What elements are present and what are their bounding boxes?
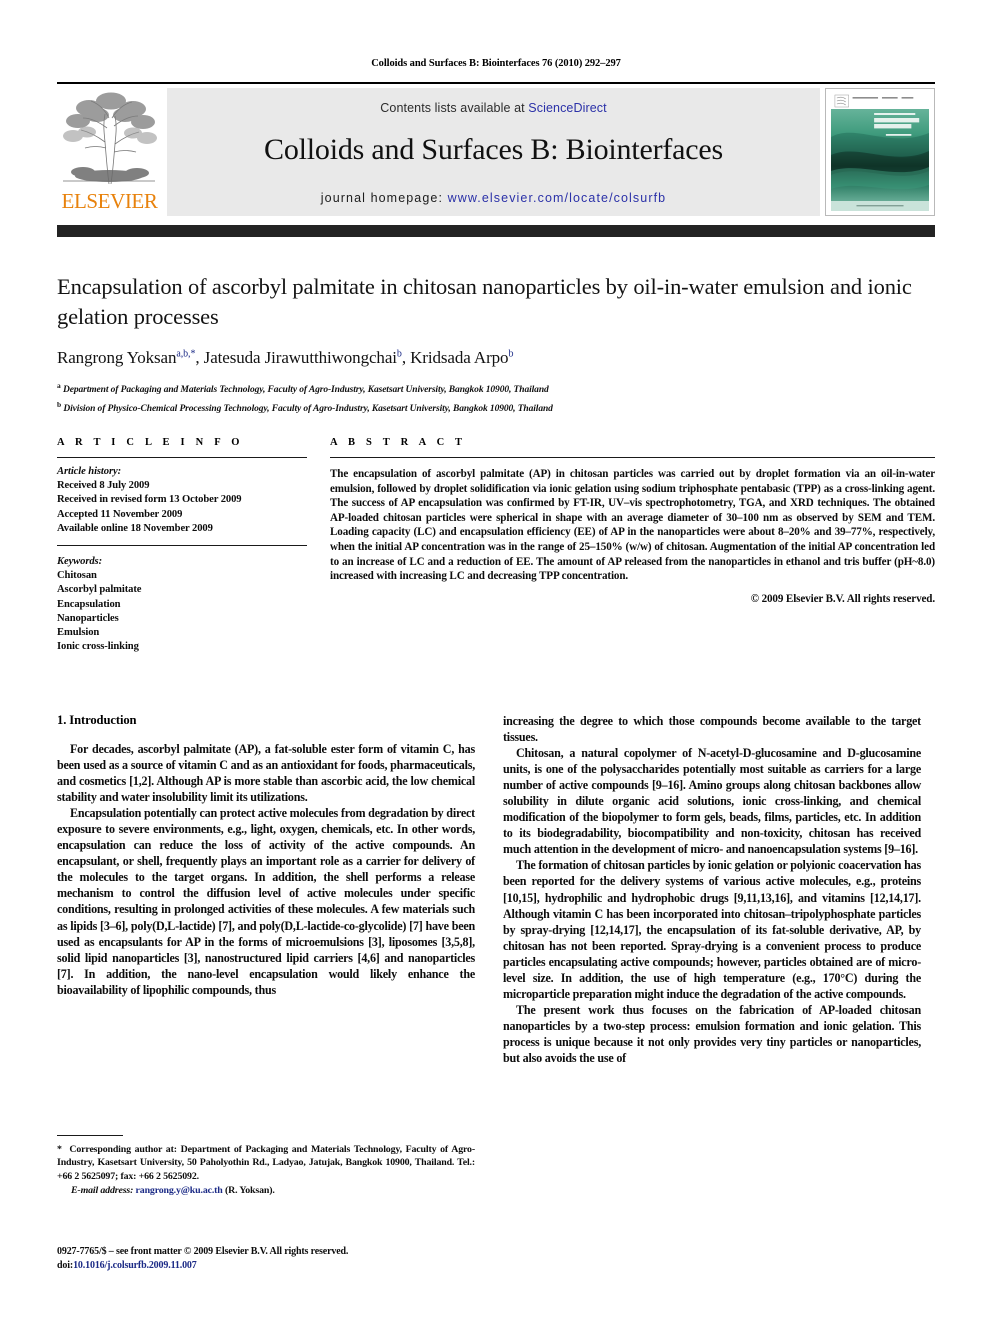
sciencedirect-link[interactable]: ScienceDirect: [528, 101, 606, 115]
elsevier-logo: ELSEVIER: [57, 88, 162, 216]
affiliation-item: b Division of Physico-Chemical Processin…: [57, 398, 935, 417]
contents-lists-prefix: Contents lists available at: [380, 101, 529, 115]
doi-line: doi:10.1016/j.colsurfb.2009.11.007: [57, 1259, 487, 1273]
journal-masthead: ELSEVIER Contents lists available at Sci…: [57, 82, 935, 237]
keywords-rule: [57, 545, 307, 547]
author-name: Jatesuda Jirawutthiwongchai: [203, 348, 397, 367]
abstract-column: A B S T R A C T The encapsulation of asc…: [330, 437, 935, 605]
footnote-email-label: E-mail address:: [71, 1185, 134, 1197]
footnote-asterisk: *: [57, 1144, 62, 1156]
abstract-copyright: © 2009 Elsevier B.V. All rights reserved…: [750, 592, 935, 605]
footnote-email-line: E-mail address: rangrong.y@ku.ac.th (R. …: [57, 1184, 475, 1197]
body-paragraph: For decades, ascorbyl palmitate (AP), a …: [57, 742, 475, 805]
front-matter-block: 0927-7765/$ – see front matter © 2009 El…: [57, 1245, 487, 1272]
masthead-bottom-rule: [57, 225, 935, 237]
author-marks: b: [396, 348, 402, 360]
section-heading-introduction: 1. Introduction: [57, 713, 137, 727]
author-list: Rangrong Yoksana,b,*, Jatesuda Jirawutth…: [57, 348, 514, 367]
doi-link[interactable]: 10.1016/j.colsurfb.2009.11.007: [73, 1260, 197, 1271]
author-marks: b: [508, 348, 514, 360]
keyword-item: Emulsion: [57, 627, 100, 639]
homepage-prefix: journal homepage:: [320, 191, 448, 205]
author-marks: a,b,*: [176, 348, 196, 360]
keyword-item: Ascorbyl palmitate: [57, 584, 142, 596]
masthead-top-rule: [57, 82, 935, 84]
journal-cover-image: [831, 93, 929, 211]
corresponding-author-footnote: * Corresponding author at: Department of…: [57, 1135, 475, 1197]
elsevier-tree-icon: [59, 88, 159, 188]
affiliation-text: Department of Packaging and Materials Te…: [62, 385, 549, 396]
journal-cover-thumbnail: [825, 88, 935, 216]
journal-title: Colloids and Surfaces B: Biointerfaces: [264, 133, 723, 166]
footnote-email-link[interactable]: rangrong.y@ku.ac.th: [136, 1185, 223, 1196]
abstract-heading: A B S T R A C T: [330, 437, 467, 448]
affiliation-item: a Department of Packaging and Materials …: [57, 379, 935, 398]
doi-label: doi:: [57, 1259, 74, 1271]
footnote-corresponding-text: * Corresponding author at: Department of…: [57, 1143, 475, 1183]
keyword-item: Ionic cross-linking: [57, 641, 139, 653]
article-info-column: A R T I C L E I N F O Article history: R…: [57, 437, 307, 654]
elsevier-wordmark: ELSEVIER: [61, 189, 158, 213]
body-paragraph: Chitosan, a natural copolymer of N-acety…: [503, 746, 921, 857]
article-history-item: Received 8 July 2009: [57, 480, 150, 492]
article-history-block: Article history: Received 8 July 2009 Re…: [57, 465, 307, 536]
abstract-rule: [330, 457, 935, 458]
body-paragraph: increasing the degree to which those com…: [503, 714, 921, 745]
abstract-text: The encapsulation of ascorbyl palmitate …: [330, 468, 935, 583]
article-info-rule: [57, 457, 307, 458]
keyword-item: Encapsulation: [57, 598, 121, 610]
article-history-item: Received in revised form 13 October 2009: [57, 494, 242, 506]
body-paragraph: Encapsulation potentially can protect ac…: [57, 806, 475, 997]
article-title: Encapsulation of ascorbyl palmitate in c…: [57, 274, 912, 329]
body-column-right: increasing the degree to which those com…: [503, 713, 921, 1066]
footnote-address: Corresponding author at: Department of P…: [57, 1144, 475, 1182]
keyword-item: Chitosan: [57, 570, 97, 582]
article-history-label: Article history:: [57, 466, 122, 477]
author-name: Kridsada Arpo: [410, 348, 509, 367]
running-head: Colloids and Surfaces B: Biointerfaces 7…: [371, 58, 621, 69]
body-paragraph: The present work thus focuses on the fab…: [503, 1002, 921, 1065]
masthead-band: Contents lists available at ScienceDirec…: [167, 88, 820, 216]
body-paragraph: The formation of chitosan particles by i…: [503, 858, 921, 1001]
footnote-rule: [57, 1135, 123, 1137]
article-history-item: Accepted 11 November 2009: [57, 508, 183, 520]
affiliation-text: Division of Physico-Chemical Processing …: [63, 403, 553, 414]
issn-copyright-line: 0927-7765/$ – see front matter © 2009 El…: [57, 1246, 349, 1257]
contents-lists-line: Contents lists available at ScienceDirec…: [380, 101, 606, 115]
body-column-left: 1. Introduction For decades, ascorbyl pa…: [57, 713, 475, 998]
article-history-item: Available online 18 November 2009: [57, 522, 213, 534]
author-name: Rangrong Yoksan: [57, 348, 177, 367]
footnote-email-suffix: (R. Yoksan).: [224, 1185, 275, 1197]
article-page: Colloids and Surfaces B: Biointerfaces 7…: [0, 0, 992, 1323]
title-block: Encapsulation of ascorbyl palmitate in c…: [57, 272, 935, 416]
journal-homepage-line: journal homepage: www.elsevier.com/locat…: [167, 191, 820, 205]
article-info-heading: A R T I C L E I N F O: [57, 437, 244, 448]
affiliation-mark: b: [57, 399, 62, 409]
keywords-label: Keywords:: [57, 556, 103, 568]
affiliation-mark: a: [57, 381, 61, 390]
keywords-block: Keywords: Chitosan Ascorbyl palmitate En…: [57, 555, 307, 654]
homepage-url-link[interactable]: www.elsevier.com/locate/colsurfb: [448, 191, 667, 205]
keyword-item: Nanoparticles: [57, 612, 119, 624]
affiliation-list: a Department of Packaging and Materials …: [57, 379, 935, 416]
